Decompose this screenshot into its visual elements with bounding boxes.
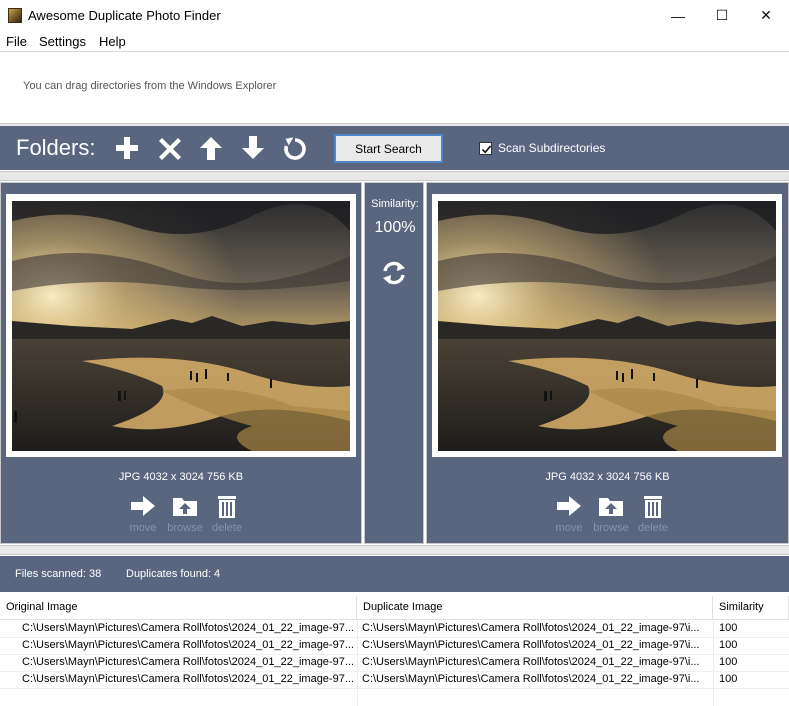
delete-label: delete <box>212 522 242 534</box>
results-table: Original Image Duplicate Image Similarit… <box>0 596 789 706</box>
delete-action[interactable]: delete <box>635 495 671 534</box>
menu-file[interactable]: File <box>6 34 27 49</box>
scan-subdirectories-checkbox[interactable] <box>479 142 492 155</box>
original-image-info: JPG 4032 x 3024 756 KB <box>118 471 244 483</box>
files-scanned: Files scanned: 38 <box>15 568 102 580</box>
similarity-cell: 100 <box>719 656 738 668</box>
menu-settings[interactable]: Settings <box>39 34 86 49</box>
duplicate-path: C:\Users\Mayn\Pictures\Camera Roll\fotos… <box>362 622 700 634</box>
duplicates-found: Duplicates found: 4 <box>126 568 221 580</box>
maximize-button[interactable]: ☐ <box>699 0 745 31</box>
checkmark-icon <box>481 145 492 154</box>
column-header-duplicate[interactable]: Duplicate Image <box>357 596 713 620</box>
title-bar: Awesome Duplicate Photo Finder — ☐ ✕ <box>0 0 789 31</box>
duplicate-path: C:\Users\Mayn\Pictures\Camera Roll\fotos… <box>362 673 700 685</box>
original-path: C:\Users\Mayn\Pictures\Camera Roll\fotos… <box>22 622 354 634</box>
folder-upload-icon <box>599 498 623 516</box>
duplicate-path: C:\Users\Mayn\Pictures\Camera Roll\fotos… <box>362 639 700 651</box>
browse-label: browse <box>167 522 203 534</box>
browse-action[interactable]: browse <box>593 495 629 534</box>
column-header-original[interactable]: Original Image <box>0 596 357 620</box>
menu-help[interactable]: Help <box>99 34 126 49</box>
drop-zone[interactable]: You can drag directories from the Window… <box>0 53 789 123</box>
similarity-label: Similarity: <box>371 198 419 210</box>
table-row[interactable]: C:\Users\Mayn\Pictures\Camera Roll\fotos… <box>0 621 789 638</box>
table-row[interactable]: C:\Users\Mayn\Pictures\Camera Roll\fotos… <box>0 672 789 689</box>
swap-icon[interactable] <box>381 260 407 286</box>
folder-upload-icon <box>173 498 197 516</box>
window-title: Awesome Duplicate Photo Finder <box>28 8 221 23</box>
start-search-button[interactable]: Start Search <box>334 134 443 163</box>
sunset-beach-image <box>12 201 350 451</box>
add-icon[interactable] <box>114 135 140 161</box>
duplicate-photo[interactable] <box>438 201 776 451</box>
similarity-panel: Similarity: 100% <box>364 182 424 544</box>
minimize-button[interactable]: — <box>655 0 701 31</box>
delete-label: delete <box>638 522 668 534</box>
drag-hint-text: You can drag directories from the Window… <box>23 80 277 92</box>
similarity-cell: 100 <box>719 622 738 634</box>
column-header-similarity[interactable]: Similarity <box>713 596 789 620</box>
duplicate-path: C:\Users\Mayn\Pictures\Camera Roll\fotos… <box>362 656 700 668</box>
move-label: move <box>555 522 583 534</box>
trash-icon <box>218 496 236 518</box>
original-image-panel: JPG 4032 x 3024 756 KB move browse delet… <box>0 182 362 544</box>
similarity-cell: 100 <box>719 673 738 685</box>
splitter[interactable] <box>0 545 789 555</box>
browse-action[interactable]: browse <box>167 495 203 534</box>
move-action[interactable]: move <box>125 495 161 534</box>
original-photo-frame <box>6 194 356 457</box>
remove-icon[interactable] <box>157 135 183 161</box>
scan-subdirectories-label[interactable]: Scan Subdirectories <box>498 141 605 155</box>
folders-toolbar: Folders: Start Search Scan Subdirectorie… <box>0 126 789 170</box>
move-label: move <box>129 522 157 534</box>
move-up-icon[interactable] <box>198 135 224 161</box>
similarity-value: 100% <box>374 219 416 236</box>
move-action[interactable]: move <box>551 495 587 534</box>
table-row[interactable]: C:\Users\Mayn\Pictures\Camera Roll\fotos… <box>0 655 789 672</box>
arrow-right-icon <box>131 496 155 516</box>
sunset-beach-image <box>438 201 776 451</box>
original-path: C:\Users\Mayn\Pictures\Camera Roll\fotos… <box>22 673 354 685</box>
arrow-right-icon <box>557 496 581 516</box>
original-photo[interactable] <box>12 201 350 451</box>
close-button[interactable]: ✕ <box>743 0 789 31</box>
move-down-icon[interactable] <box>240 135 266 161</box>
reset-icon[interactable] <box>282 135 308 161</box>
similarity-cell: 100 <box>719 639 738 651</box>
trash-icon <box>644 496 662 518</box>
menu-bar: File Settings Help <box>0 31 789 52</box>
folders-label: Folders: <box>16 135 96 160</box>
delete-action[interactable]: delete <box>209 495 245 534</box>
duplicate-image-panel: JPG 4032 x 3024 756 KB move browse delet… <box>426 182 789 544</box>
duplicate-image-info: JPG 4032 x 3024 756 KB <box>545 471 670 483</box>
status-bar: Files scanned: 38 Duplicates found: 4 <box>0 556 789 592</box>
duplicate-photo-frame <box>432 194 782 457</box>
original-path: C:\Users\Mayn\Pictures\Camera Roll\fotos… <box>22 656 354 668</box>
splitter[interactable] <box>0 171 789 181</box>
original-path: C:\Users\Mayn\Pictures\Camera Roll\fotos… <box>22 639 354 651</box>
browse-label: browse <box>593 522 629 534</box>
table-row[interactable]: C:\Users\Mayn\Pictures\Camera Roll\fotos… <box>0 638 789 655</box>
app-icon <box>8 8 22 23</box>
